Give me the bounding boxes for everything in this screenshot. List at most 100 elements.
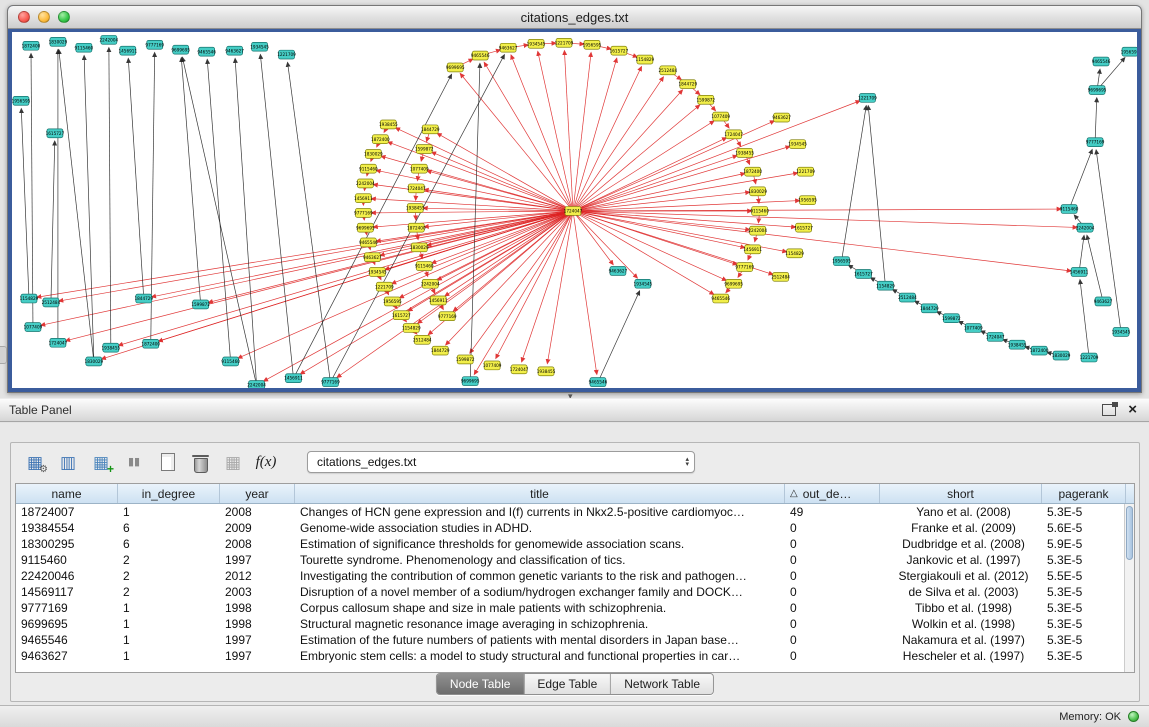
network-node[interactable]: 1615727 [46, 129, 65, 138]
network-node[interactable]: 1077409 [964, 324, 983, 333]
network-node[interactable]: 1221709 [375, 282, 394, 291]
network-node[interactable]: 2512484 [413, 335, 432, 344]
network-node[interactable]: 1938455 [101, 343, 120, 352]
column-header-pagerank[interactable]: pagerank [1042, 484, 1126, 503]
column-header-out_de[interactable]: △out_de… [785, 484, 880, 503]
network-node[interactable]: 1154829 [785, 249, 804, 258]
network-node[interactable]: 9777169 [438, 312, 457, 321]
network-node[interactable]: 1938455 [537, 367, 556, 376]
network-node[interactable]: 1221709 [1080, 353, 1099, 362]
tab-network-table[interactable]: Network Table [611, 674, 713, 694]
function-builder-icon[interactable]: f(x) [252, 449, 280, 475]
network-node[interactable]: 9463627 [1094, 297, 1113, 306]
tab-node-table[interactable]: Node Table [437, 674, 525, 694]
network-node[interactable]: 1830029 [364, 150, 383, 159]
network-node[interactable]: 1724047 [986, 332, 1005, 341]
network-node[interactable]: 1844729 [431, 346, 450, 355]
network-node[interactable]: 2242004 [1076, 223, 1095, 232]
network-node[interactable]: 9115460 [75, 43, 94, 52]
minimize-button[interactable] [38, 11, 50, 23]
network-node[interactable]: 1938455 [379, 120, 398, 129]
show-columns-icon[interactable]: ▥ [54, 449, 82, 475]
table-row[interactable]: 1872400712008Changes of HCN gene express… [16, 504, 1134, 520]
tab-edge-table[interactable]: Edge Table [524, 674, 611, 694]
network-node[interactable]: 1077409 [410, 164, 429, 173]
network-node[interactable]: 9777169 [354, 209, 373, 218]
network-node[interactable]: 9699695 [356, 223, 375, 232]
network-node[interactable]: 1844729 [678, 80, 697, 89]
network-node[interactable]: 1938455 [406, 204, 425, 213]
network-node[interactable]: 1956595 [583, 40, 602, 49]
network-node[interactable]: 9463627 [225, 46, 244, 55]
table-row[interactable]: 969969511998Structural magnetic resonanc… [16, 616, 1134, 632]
table-scrollbar[interactable] [1124, 504, 1134, 672]
network-node[interactable]: 1938455 [735, 149, 754, 158]
network-node[interactable]: 1724047 [49, 338, 68, 347]
table-selector-dropdown[interactable]: citations_edges.txt ▴▾ [307, 451, 695, 473]
network-node[interactable]: 9465546 [197, 47, 216, 56]
table-row[interactable]: 1456911722003Disruption of a novel membe… [16, 584, 1134, 600]
network-node[interactable]: 1456911 [743, 245, 762, 254]
network-node[interactable]: 1221709 [555, 38, 574, 47]
table-row[interactable]: 2242004622012Investigating the contribut… [16, 568, 1134, 584]
network-node[interactable]: 1872400 [141, 339, 160, 348]
scrollbar-thumb[interactable] [1126, 506, 1133, 560]
network-node[interactable]: 9463627 [499, 43, 518, 52]
network-node[interactable]: 2512484 [898, 293, 917, 302]
network-node[interactable]: 1615727 [392, 311, 411, 320]
network-node[interactable]: 1599872 [456, 355, 475, 364]
table-row[interactable]: 1830029562008Estimation of significance … [16, 536, 1134, 552]
network-node[interactable]: 1830029 [49, 37, 68, 46]
network-node[interactable]: 1934545 [1112, 328, 1131, 337]
delete-table-icon[interactable] [186, 449, 214, 475]
network-node[interactable]: 1934545 [634, 279, 653, 288]
network-node[interactable]: 1938455 [1008, 340, 1027, 349]
network-node[interactable]: 1956595 [798, 196, 817, 205]
network-node[interactable]: 1934545 [250, 42, 269, 51]
network-node[interactable]: 1844729 [134, 294, 153, 303]
network-node[interactable]: 1872400 [743, 167, 762, 176]
network-node[interactable]: 1844729 [421, 125, 440, 134]
import-table-icon[interactable]: ▦ [219, 449, 247, 475]
network-node[interactable]: 1830029 [748, 187, 767, 196]
network-node[interactable]: 1872400 [371, 135, 390, 144]
network-node[interactable]: 2242004 [748, 226, 767, 235]
float-panel-icon[interactable] [1102, 404, 1116, 416]
close-panel-icon[interactable]: × [1128, 404, 1137, 416]
network-node[interactable]: 1077409 [711, 112, 730, 121]
network-node[interactable]: 1934545 [527, 39, 546, 48]
network-node[interactable]: 2242004 [100, 35, 119, 44]
network-node[interactable]: 1599872 [696, 95, 715, 104]
network-node[interactable]: 1456911 [118, 46, 137, 55]
network-node[interactable]: 9777169 [735, 263, 754, 272]
network-node[interactable]: 9699695 [1088, 86, 1107, 95]
network-node[interactable]: 1724047 [564, 207, 583, 216]
close-button[interactable] [18, 11, 30, 23]
network-node[interactable]: 9777169 [321, 378, 340, 387]
network-node[interactable]: 2512484 [771, 272, 790, 281]
network-node[interactable]: 9465546 [1092, 57, 1111, 66]
panel-collapse-handle[interactable] [0, 346, 7, 364]
network-node[interactable]: 9115460 [750, 207, 769, 216]
network-node[interactable]: 1456911 [429, 296, 448, 305]
network-node[interactable]: 9699695 [446, 63, 465, 72]
network-node[interactable]: 9465546 [359, 238, 378, 247]
network-node[interactable]: 1844729 [920, 304, 939, 313]
network-node[interactable]: 1956595 [383, 297, 402, 306]
zoom-button[interactable] [58, 11, 70, 23]
network-node[interactable]: 9463627 [772, 113, 791, 122]
network-node[interactable]: 9115460 [415, 262, 434, 271]
network-node[interactable]: 1956595 [12, 96, 31, 105]
network-node[interactable]: 1154829 [876, 281, 895, 290]
network-node[interactable]: 2512484 [659, 66, 678, 75]
network-node[interactable]: 1077409 [24, 323, 43, 332]
network-node[interactable]: 9777169 [1086, 138, 1105, 147]
network-node[interactable]: 1934545 [788, 140, 807, 149]
network-node[interactable]: 1456911 [1070, 268, 1089, 277]
network-node[interactable]: 1599872 [942, 314, 961, 323]
network-node[interactable]: 1221709 [858, 93, 877, 102]
network-node[interactable]: 9699695 [724, 279, 743, 288]
network-node[interactable]: 1221709 [796, 167, 815, 176]
table-row[interactable]: 1938455462009Genome-wide association stu… [16, 520, 1134, 536]
column-header-short[interactable]: short [880, 484, 1042, 503]
